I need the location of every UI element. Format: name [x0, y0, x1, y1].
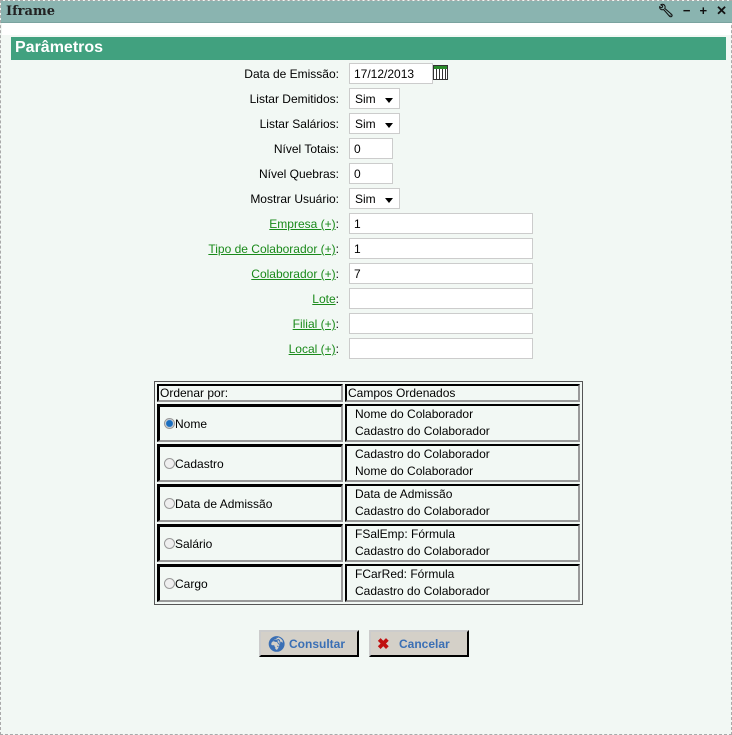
table-row: Data de Admissão Data de Admissão Cadastr…	[157, 484, 580, 522]
consultar-button[interactable]: 🌍︎ Consultar	[259, 630, 359, 657]
option-label: Salário	[175, 536, 213, 551]
radio-button[interactable]	[164, 457, 175, 469]
minimize-icon[interactable]: −	[683, 3, 691, 19]
field-row: Colaborador (+): 7	[1, 263, 732, 285]
field-row: Empresa (+): 1	[1, 213, 732, 235]
field-label: Empresa (+):	[269, 217, 339, 231]
field-row: Tipo de Colaborador (+): 1	[1, 238, 732, 260]
field-link[interactable]: Lote	[312, 292, 335, 306]
option-label: Cargo	[175, 576, 208, 591]
field-link[interactable]: Empresa (+)	[269, 217, 335, 231]
option-label: Data de Admissão	[175, 496, 273, 511]
header-order-by: Ordenar por:	[157, 384, 343, 402]
field-row: Nível Quebras: 0	[1, 163, 732, 185]
sorted-fields: FCarRed: Fórmula Cadastro do Colaborador	[345, 564, 580, 602]
order-option[interactable]: Cadastro	[157, 444, 343, 482]
field-label: Tipo de Colaborador (+):	[208, 242, 339, 256]
sorted-field: Cadastro do Colaborador	[355, 504, 490, 518]
date-input[interactable]: 17/12/2013	[349, 63, 433, 84]
field-row: Local (+):	[1, 338, 732, 360]
panel-title: Parâmetros	[11, 37, 726, 60]
field-label: Nível Quebras:	[258, 167, 339, 181]
order-option[interactable]: Salário	[157, 524, 343, 562]
field-row: Mostrar Usuário: Sim	[1, 188, 732, 210]
radio-button[interactable]	[164, 497, 175, 509]
field-label: Filial (+):	[292, 317, 339, 331]
header-sorted-fields: Campos Ordenados	[345, 384, 580, 402]
field-select[interactable]: Sim	[349, 113, 400, 134]
field-input[interactable]	[349, 313, 533, 334]
x-icon: ✖	[377, 636, 390, 653]
radio-button[interactable]	[164, 537, 175, 549]
field-select[interactable]: Sim	[349, 188, 400, 209]
sorted-field: FSalEmp: Fórmula	[355, 527, 456, 541]
order-option[interactable]: Cargo	[157, 564, 343, 602]
table-row: Cadastro Cadastro do Colaborador Nome do …	[157, 444, 580, 482]
cancelar-button[interactable]: ✖ Cancelar	[369, 630, 469, 657]
table-row: Salário FSalEmp: Fórmula Cadastro do Cola…	[157, 524, 580, 562]
field-row: Listar Demitidos: Sim	[1, 88, 732, 110]
order-table: Ordenar por: Campos Ordenados Nome Nome …	[154, 381, 583, 605]
window-titlebar: Iframe 🔧︎ − + ✕	[1, 1, 732, 23]
sorted-field: Nome do Colaborador	[355, 464, 474, 478]
table-row: Cargo FCarRed: Fórmula Cadastro do Colabo…	[157, 564, 580, 602]
option-label: Nome	[175, 416, 208, 431]
field-input[interactable]: 0	[349, 138, 393, 159]
field-link[interactable]: Colaborador (+)	[251, 267, 335, 281]
sorted-fields: Data de Admissão Cadastro do Colaborador	[345, 484, 580, 522]
field-label: Listar Demitidos:	[249, 92, 339, 106]
consultar-label: Consultar	[289, 637, 346, 651]
sorted-field: Nome do Colaborador	[355, 407, 474, 421]
window-title: Iframe	[6, 4, 55, 19]
field-row: Lote:	[1, 288, 732, 310]
field-select[interactable]: Sim	[349, 88, 400, 109]
close-icon[interactable]: ✕	[716, 3, 727, 19]
field-link[interactable]: Tipo de Colaborador (+)	[208, 242, 335, 256]
field-label: Listar Salários:	[259, 117, 339, 131]
sorted-field: Cadastro do Colaborador	[355, 544, 490, 558]
radio-button[interactable]	[164, 577, 175, 589]
field-row: Filial (+):	[1, 313, 732, 335]
order-option[interactable]: Data de Admissão	[157, 484, 343, 522]
sorted-field: FCarRed: Fórmula	[355, 567, 455, 581]
maximize-icon[interactable]: +	[700, 3, 708, 19]
sorted-field: Cadastro do Colaborador	[355, 584, 490, 598]
sorted-fields: Cadastro do Colaborador Nome do Colaborad…	[345, 444, 580, 482]
sorted-field: Cadastro do Colaborador	[355, 424, 490, 438]
field-label: Colaborador (+):	[251, 267, 339, 281]
spacer	[2, 23, 731, 35]
table-header-row: Ordenar por: Campos Ordenados	[157, 384, 580, 402]
field-link[interactable]: Filial (+)	[293, 317, 336, 331]
field-label: Nível Totais:	[273, 142, 339, 156]
field-link[interactable]: Local (+)	[289, 342, 336, 356]
field-label: Mostrar Usuário:	[250, 192, 339, 206]
calendar-icon[interactable]	[433, 65, 448, 80]
sorted-field: Cadastro do Colaborador	[355, 447, 490, 461]
sorted-fields: Nome do Colaborador Cadastro do Colaborad…	[345, 404, 580, 442]
cancelar-label: Cancelar	[399, 637, 450, 651]
radio-button[interactable]	[164, 417, 175, 429]
field-input[interactable]	[349, 288, 533, 309]
field-input[interactable]: 1	[349, 213, 533, 234]
field-label: Data de Emissão:	[244, 67, 339, 81]
field-input[interactable]: 0	[349, 163, 393, 184]
field-label: Local (+):	[288, 342, 339, 356]
sorted-fields: FSalEmp: Fórmula Cadastro do Colaborador	[345, 524, 580, 562]
globe-search-icon: 🌍︎	[267, 636, 287, 653]
field-input[interactable]: 1	[349, 238, 533, 259]
field-row: Listar Salários: Sim	[1, 113, 732, 135]
field-row: Data de Emissão: 17/12/2013	[1, 63, 732, 85]
option-label: Cadastro	[175, 456, 224, 471]
field-label: Lote:	[312, 292, 339, 306]
order-option[interactable]: Nome	[157, 404, 343, 442]
wrench-icon[interactable]: 🔧︎	[657, 3, 674, 19]
field-row: Nível Totais: 0	[1, 138, 732, 160]
sorted-field: Data de Admissão	[355, 487, 453, 501]
field-input[interactable]: 7	[349, 263, 533, 284]
field-input[interactable]	[349, 338, 533, 359]
table-row: Nome Nome do Colaborador Cadastro do Cola…	[157, 404, 580, 442]
